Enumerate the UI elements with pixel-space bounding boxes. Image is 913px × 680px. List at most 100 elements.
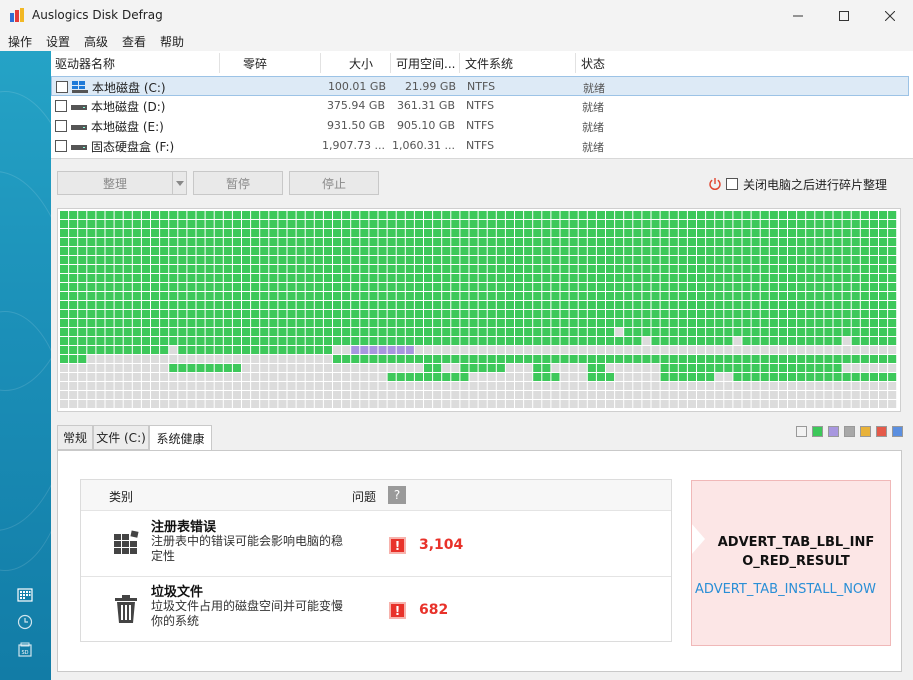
cluster-cell <box>560 346 569 354</box>
cluster-cell <box>505 256 514 264</box>
drive-row[interactable]: 本地磁盘 (D:) 375.94 GB 361.31 GB NTFS 就绪 <box>51 96 909 116</box>
cluster-cell <box>369 391 378 399</box>
cluster-cell <box>778 355 787 363</box>
cluster-cell <box>251 337 260 345</box>
defrag-dropdown-button[interactable] <box>172 171 187 195</box>
cluster-cell <box>797 238 806 246</box>
cluster-cell <box>424 301 433 309</box>
legend-swatch[interactable] <box>844 426 855 437</box>
cluster-cell <box>660 364 669 372</box>
drive-checkbox[interactable] <box>55 140 67 152</box>
cluster-cell <box>160 265 169 273</box>
cluster-cell <box>542 319 551 327</box>
cluster-cell <box>860 355 869 363</box>
legend-swatch[interactable] <box>812 426 823 437</box>
cluster-cell <box>678 364 687 372</box>
legend-swatch[interactable] <box>828 426 839 437</box>
col-drive-name[interactable]: 驱动器名称 <box>55 55 115 72</box>
menu-view[interactable]: 查看 <box>122 33 146 50</box>
cluster-cell <box>96 274 105 282</box>
cluster-cell <box>478 382 487 390</box>
menu-settings[interactable]: 设置 <box>46 33 70 50</box>
cluster-cell <box>132 391 141 399</box>
legend-swatch[interactable] <box>892 426 903 437</box>
cluster-cell <box>305 310 314 318</box>
cluster-cell <box>815 247 824 255</box>
tab-files[interactable]: 文件 (C:) <box>93 425 149 450</box>
tab-system-health[interactable]: 系统健康 <box>149 425 212 451</box>
col-status[interactable]: 状态 <box>581 55 605 72</box>
close-button[interactable] <box>867 0 913 31</box>
col-size[interactable]: 大小 <box>349 55 373 72</box>
drive-checkbox[interactable] <box>55 100 67 112</box>
cluster-cell <box>687 229 696 237</box>
ssd-icon[interactable]: SD <box>17 642 33 658</box>
cluster-cell <box>496 247 505 255</box>
cluster-cell <box>342 319 351 327</box>
cluster-cell <box>442 247 451 255</box>
legend-swatch[interactable] <box>876 426 887 437</box>
col-filesystem[interactable]: 文件系统 <box>465 55 513 72</box>
cluster-cell <box>642 346 651 354</box>
col-free-space[interactable]: 可用空间... <box>396 55 455 72</box>
cluster-cell <box>460 274 469 282</box>
cluster-cell <box>833 301 842 309</box>
cluster-cell <box>806 319 815 327</box>
drive-row[interactable]: 固态硬盘盒 (F:) 1,907.73 ... 1,060.31 ... NTF… <box>51 136 909 156</box>
cluster-cell <box>460 400 469 408</box>
cluster-cell <box>560 400 569 408</box>
clock-icon[interactable] <box>17 614 33 630</box>
cluster-cell <box>123 355 132 363</box>
menu-advanced[interactable]: 高级 <box>84 33 108 50</box>
cluster-cell <box>806 229 815 237</box>
cluster-cell <box>260 391 269 399</box>
help-icon[interactable]: ? <box>388 486 406 504</box>
drive-checkbox[interactable] <box>56 81 68 93</box>
cluster-cell <box>651 256 660 264</box>
health-item-junk-files[interactable]: 垃圾文件 垃圾文件占用的磁盘空间并可能变慢你的系统 ! 682 <box>81 577 671 642</box>
cluster-cell <box>569 229 578 237</box>
cluster-cell <box>487 274 496 282</box>
drive-checkbox[interactable] <box>55 120 67 132</box>
cluster-cell <box>687 247 696 255</box>
shutdown-checkbox[interactable] <box>726 178 738 190</box>
cluster-cell <box>706 328 715 336</box>
cluster-cell <box>569 283 578 291</box>
cluster-cell <box>160 328 169 336</box>
health-item-registry[interactable]: 注册表错误 注册表中的错误可能会影响电脑的稳定性 ! 3,104 <box>81 512 671 577</box>
drive-row[interactable]: 本地磁盘 (E:) 931.50 GB 905.10 GB NTFS 就绪 <box>51 116 909 136</box>
cluster-cell <box>205 229 214 237</box>
legend-swatch[interactable] <box>860 426 871 437</box>
minimize-button[interactable] <box>775 0 821 31</box>
maximize-button[interactable] <box>821 0 867 31</box>
cluster-cell <box>69 373 78 381</box>
cluster-cell <box>760 229 769 237</box>
cluster-cell <box>606 229 615 237</box>
cluster-cell <box>606 319 615 327</box>
menu-help[interactable]: 帮助 <box>160 33 184 50</box>
cluster-cell <box>78 301 87 309</box>
advert-install-link[interactable]: ADVERT_TAB_INSTALL_NOW <box>692 582 890 597</box>
menu-action[interactable]: 操作 <box>8 33 32 50</box>
cluster-cell <box>560 319 569 327</box>
cluster-cell <box>451 229 460 237</box>
cluster-cell <box>405 211 414 219</box>
cluster-cell <box>860 283 869 291</box>
stop-button[interactable]: 停止 <box>289 171 379 195</box>
cluster-map-icon[interactable] <box>17 587 33 603</box>
cluster-cell <box>596 265 605 273</box>
tab-general[interactable]: 常规 <box>57 425 93 450</box>
cluster-cell <box>788 238 797 246</box>
legend-swatch[interactable] <box>796 426 807 437</box>
pause-button[interactable]: 暂停 <box>193 171 283 195</box>
cluster-cell <box>96 328 105 336</box>
defrag-button[interactable]: 整理 <box>57 171 173 195</box>
col-fragment[interactable]: 零碎 <box>243 55 267 72</box>
cluster-cell <box>660 292 669 300</box>
drive-row[interactable]: 本地磁盘 (C:) 100.01 GB 21.99 GB NTFS 就绪 <box>51 76 909 96</box>
cluster-cell <box>569 391 578 399</box>
drive-size: 1,907.73 ... <box>322 139 385 152</box>
cluster-cell <box>651 328 660 336</box>
cluster-cell <box>205 382 214 390</box>
cluster-cell <box>442 265 451 273</box>
